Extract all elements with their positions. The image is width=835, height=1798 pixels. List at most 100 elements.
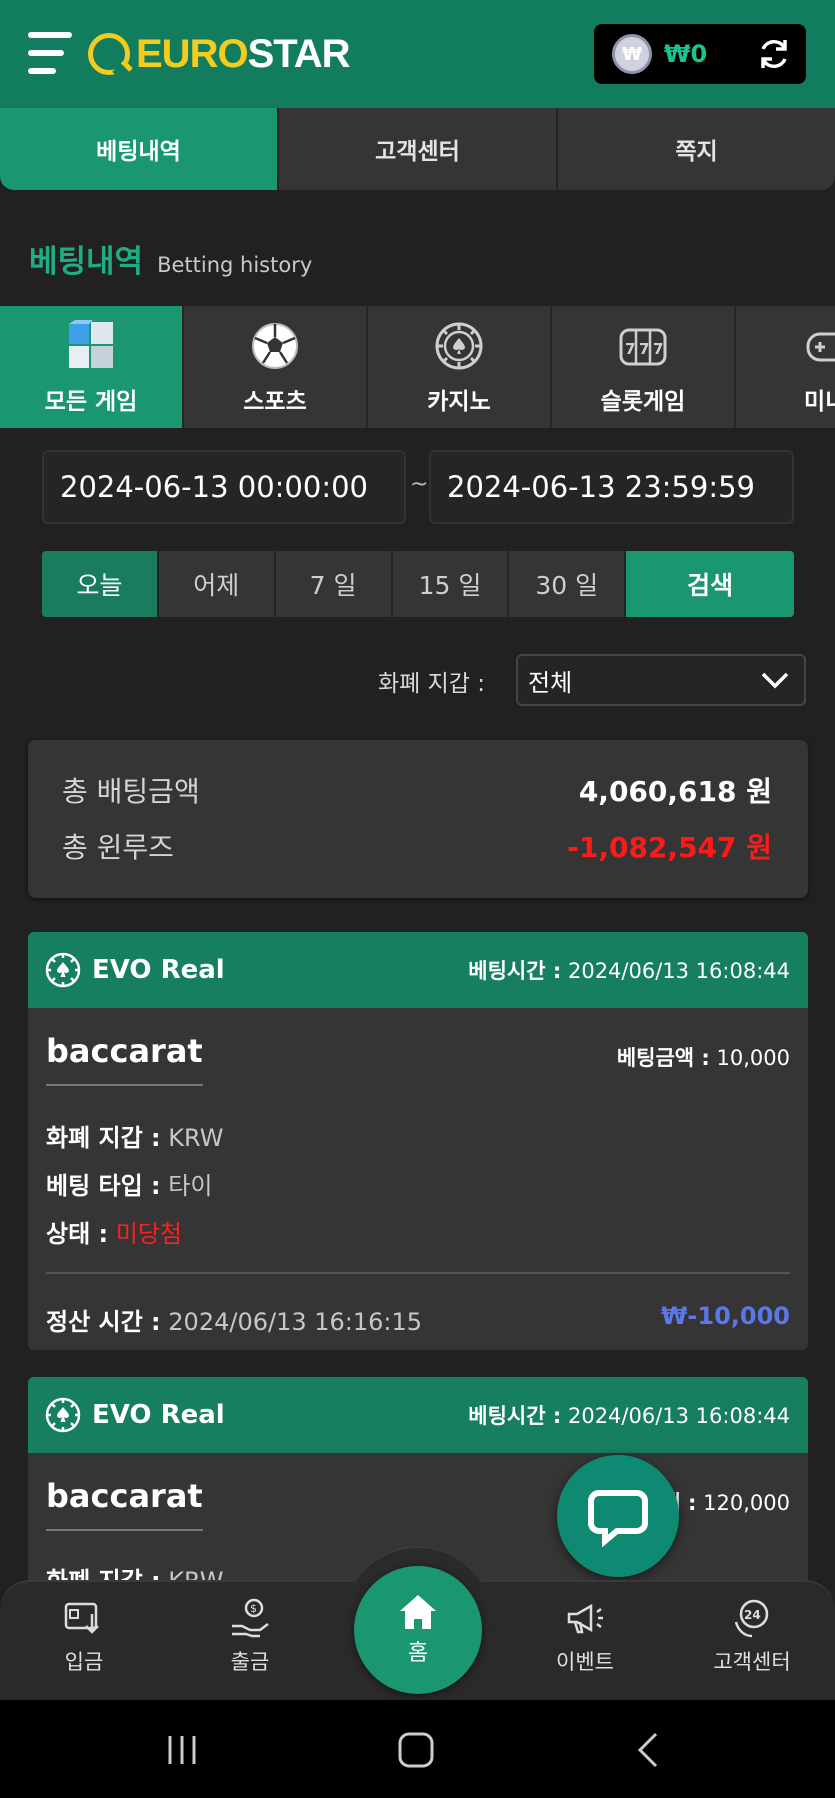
won-coin-icon: ₩: [612, 34, 652, 74]
logo-mark-icon: [88, 33, 130, 75]
settle-time-label: 정산 시간 :: [46, 1308, 161, 1336]
category-label: 모든 게임: [44, 389, 138, 415]
svg-text:7: 7: [625, 340, 635, 358]
tab-messages[interactable]: 쪽지: [558, 108, 835, 190]
logo-text-euro: EURO: [136, 31, 249, 76]
page-title-en: Betting history: [157, 253, 313, 277]
bet-amount-value: 10,000: [716, 1046, 790, 1070]
range-30days-button[interactable]: 30 일: [509, 551, 627, 617]
bet-provider: EVO Real: [92, 1400, 225, 1430]
svg-text:$: $: [250, 1602, 257, 1615]
chat-bubble-icon: [588, 1490, 648, 1547]
bet-time-value: 2024/06/13 16:08:44: [567, 1404, 790, 1428]
page-title: 베팅내역 Betting history: [29, 236, 312, 281]
category-slots[interactable]: 7 7 7 슬롯게임: [552, 306, 736, 428]
support-24-icon: 24: [734, 1599, 769, 1638]
back-icon[interactable]: [628, 1728, 672, 1772]
category-label: 슬롯게임: [600, 389, 686, 415]
nav-events[interactable]: 이벤트: [525, 1596, 645, 1676]
total-winloss-label: 총 윈루즈: [62, 831, 174, 864]
app-header: EUROSTAR ₩ ₩0: [0, 0, 835, 108]
gamepad-icon: [806, 332, 835, 362]
wallet-balance: ₩0: [664, 40, 708, 68]
chat-button[interactable]: [557, 1455, 679, 1577]
svg-text:24: 24: [744, 1608, 761, 1622]
status-value: 미당첨: [115, 1220, 183, 1248]
category-label: 카지노: [427, 389, 491, 415]
game-category-tabs: 모든 게임 스포츠 카지노 7 7 7 슬롯게임 미: [0, 306, 835, 428]
range-7days-button[interactable]: 7 일: [275, 551, 393, 617]
settle-time-value: 2024/06/13 16:16:15: [168, 1308, 423, 1336]
nav-label: 이벤트: [556, 1650, 614, 1674]
range-15days-button[interactable]: 15 일: [392, 551, 510, 617]
range-yesterday-button[interactable]: 어제: [158, 551, 276, 617]
home-icon: [400, 1595, 436, 1629]
bet-time-value: 2024/06/13 16:08:44: [567, 959, 790, 983]
bet-time-label: 베팅시간 :: [468, 1404, 562, 1428]
category-sports[interactable]: 스포츠: [184, 306, 368, 428]
nav-deposit[interactable]: 입금: [24, 1596, 144, 1676]
system-nav-bar: [0, 1700, 835, 1798]
withdraw-icon: $: [232, 1598, 269, 1638]
logo[interactable]: EUROSTAR: [88, 28, 350, 80]
nav-label: 입금: [64, 1650, 104, 1674]
bet-provider: EVO Real: [92, 955, 225, 985]
total-bet-label: 총 배팅금액: [62, 775, 200, 808]
status-label: 상태 :: [46, 1220, 109, 1248]
refresh-icon[interactable]: [756, 36, 792, 72]
casino-chip-icon: [435, 322, 483, 370]
start-date-input[interactable]: 2024-06-13 00:00:00: [42, 450, 406, 524]
deposit-icon: [64, 1602, 99, 1634]
category-all-games[interactable]: 모든 게임: [0, 306, 184, 428]
nav-home[interactable]: 홈: [354, 1566, 482, 1694]
category-casino[interactable]: 카지노: [368, 306, 552, 428]
total-winloss-value: -1,082,547 원: [567, 831, 772, 864]
page-title-ko: 베팅내역: [29, 244, 144, 280]
cubes-icon: [69, 320, 113, 368]
bet-time-label: 베팅시간 :: [468, 959, 562, 983]
megaphone-icon: [567, 1603, 603, 1634]
bet-card-header: EVO Real 베팅시간 : 2024/06/13 16:08:44: [28, 1377, 808, 1453]
bet-amount-label: 베팅금액 :: [616, 1046, 710, 1070]
wallet-value: KRW: [168, 1124, 224, 1152]
currency-filter-select[interactable]: 전체: [516, 654, 806, 706]
soccer-ball-icon: [252, 323, 298, 369]
end-date-input[interactable]: 2024-06-13 23:59:59: [429, 450, 794, 524]
nav-label: 출금: [230, 1650, 270, 1674]
top-tabs: 베팅내역 고객센터 쪽지: [0, 108, 835, 190]
nav-customer-center[interactable]: 24 고객센터: [692, 1596, 812, 1676]
category-label: 스포츠: [243, 389, 307, 415]
wallet-balance-box: ₩ ₩0: [594, 24, 806, 84]
card-divider: [46, 1272, 790, 1274]
hamburger-menu-icon[interactable]: [28, 30, 72, 76]
range-today-button[interactable]: 오늘: [42, 551, 159, 617]
wallet-label: 화폐 지갑 :: [46, 1124, 161, 1152]
slot-machine-icon: 7 7 7: [619, 328, 667, 366]
date-separator: ~: [410, 472, 429, 497]
svg-text:7: 7: [639, 340, 649, 358]
logo-text-star: STAR: [247, 31, 351, 76]
bet-amount-value: 120,000: [703, 1491, 790, 1515]
total-bet-value: 4,060,618 원: [578, 775, 772, 808]
nav-withdraw[interactable]: $ 출금: [190, 1596, 310, 1676]
currency-filter-value: 전체: [528, 668, 573, 697]
nav-label: 홈: [407, 1641, 429, 1666]
payout-value: ₩-10,000: [660, 1302, 790, 1330]
bet-game-name: baccarat: [46, 1477, 203, 1531]
tab-betting-history[interactable]: 베팅내역: [0, 108, 279, 190]
chevron-down-icon: [761, 672, 789, 689]
bet-game-name: baccarat: [46, 1032, 203, 1086]
quick-range-buttons: 오늘 어제 7 일 15 일 30 일 검색: [42, 551, 794, 617]
search-button[interactable]: 검색: [626, 551, 794, 617]
bet-type-value: 타이: [168, 1172, 213, 1200]
bet-card[interactable]: EVO Real 베팅시간 : 2024/06/13 16:08:44 bacc…: [28, 932, 808, 1350]
home-system-icon[interactable]: [394, 1728, 438, 1772]
category-label: 미니: [804, 389, 835, 415]
tab-customer-center[interactable]: 고객센터: [279, 108, 558, 190]
recent-apps-icon[interactable]: [160, 1728, 204, 1772]
bet-type-label: 베팅 타입 :: [46, 1172, 161, 1200]
totals-summary: 총 배팅금액 4,060,618 원 총 윈루즈 -1,082,547 원: [28, 740, 808, 898]
nav-label: 고객센터: [713, 1650, 791, 1674]
bet-card-header: EVO Real 베팅시간 : 2024/06/13 16:08:44: [28, 932, 808, 1008]
category-mini[interactable]: 미니: [736, 306, 835, 428]
